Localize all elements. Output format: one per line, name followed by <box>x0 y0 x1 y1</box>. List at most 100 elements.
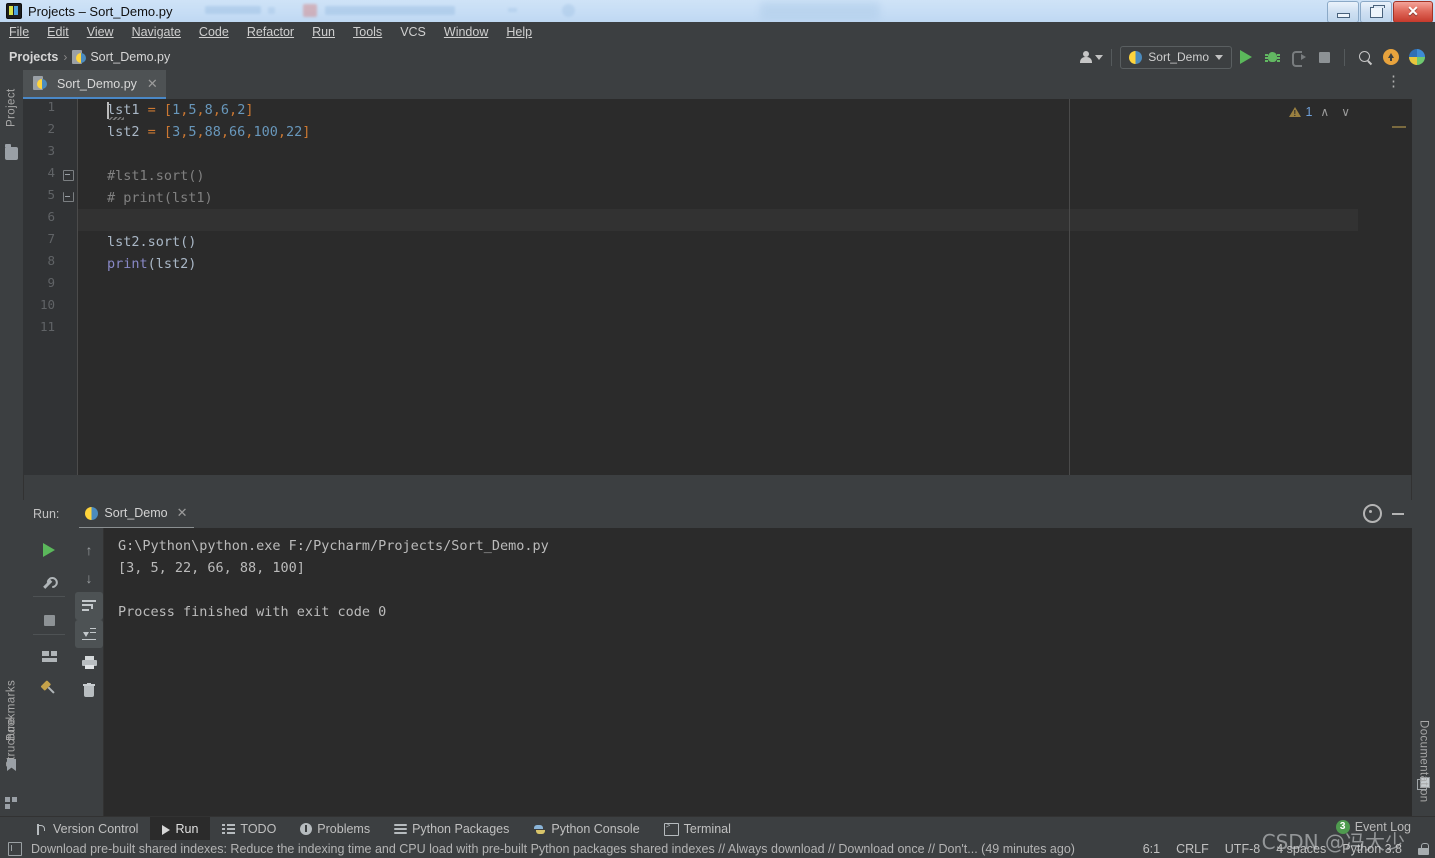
layout-settings-button[interactable] <box>23 642 75 670</box>
sidebar-item-bookmarks[interactable]: Bookmarks <box>0 669 23 751</box>
editor-options-icon[interactable]: ⋮ <box>1386 74 1402 89</box>
tab-python-packages[interactable]: Python Packages <box>382 817 521 841</box>
run-right-toolbar: ↑ ↓ <box>75 528 104 816</box>
tab-version-control[interactable]: Version Control <box>23 817 150 841</box>
search-everywhere-button[interactable] <box>1353 46 1377 68</box>
menu-help[interactable]: Help <box>497 22 541 43</box>
editor-gutter[interactable]: 1 2 3 4 5 6 7 8 9 10 11 <box>23 99 78 475</box>
coverage-icon <box>1291 50 1306 67</box>
update-project-button[interactable] <box>1379 46 1403 68</box>
lock-icon[interactable] <box>1418 843 1429 855</box>
code-token: lst1 <box>107 102 148 118</box>
menu-file[interactable]: File <box>0 22 38 43</box>
stop-icon <box>43 614 55 626</box>
sidebar-item-documentation[interactable]: Documentation <box>1412 711 1435 811</box>
code-fold-icon[interactable] <box>63 192 74 203</box>
background-ghost-tab <box>205 6 261 14</box>
scroll-down-button[interactable]: ↓ <box>75 564 103 592</box>
previous-problem-icon[interactable]: ∧ <box>1316 105 1333 119</box>
maximize-button[interactable] <box>1360 1 1392 22</box>
tab-todo[interactable]: TODO <box>210 817 288 841</box>
clear-all-button[interactable] <box>75 676 103 704</box>
wrench-icon <box>38 571 60 592</box>
run-tab-sort-demo[interactable]: Sort_Demo ✕ <box>79 500 194 529</box>
coverage-button[interactable] <box>1286 46 1310 68</box>
breadcrumb-file[interactable]: Sort_Demo.py <box>90 50 170 64</box>
sidebar-item-project[interactable]: Project <box>0 77 23 139</box>
background-ghost-favicon <box>303 4 317 17</box>
debug-button[interactable] <box>1260 46 1284 68</box>
rerun-button[interactable] <box>23 536 75 564</box>
menu-help-label: Help <box>506 25 533 39</box>
scrollbar-warning-mark <box>1392 126 1406 128</box>
menu-tools[interactable]: Tools <box>344 22 391 43</box>
run-configuration-selector[interactable]: Sort_Demo <box>1120 45 1232 69</box>
minimize-button[interactable] <box>1327 1 1359 22</box>
menu-navigate[interactable]: Navigate <box>123 22 190 43</box>
modify-run-config-button[interactable] <box>23 568 75 596</box>
python-icon <box>85 506 99 520</box>
status-message[interactable]: Download pre-built shared indexes: Reduc… <box>31 842 1075 856</box>
code-text-area[interactable]: lst1 = [1,5,8,6,2] lst2 = [3,5,88,66,100… <box>77 99 1412 475</box>
breadcrumb-separator: › <box>63 50 68 64</box>
next-problem-icon[interactable]: ∨ <box>1337 105 1354 119</box>
ai-assistant-button[interactable] <box>1405 46 1429 68</box>
trash-icon <box>83 683 95 697</box>
tab-problems[interactable]: Problems <box>288 817 382 841</box>
background-ghost-tab-title <box>325 6 455 15</box>
search-icon <box>1358 50 1373 65</box>
chevron-down-icon <box>1215 54 1223 60</box>
gear-icon[interactable] <box>1363 504 1382 523</box>
close-icon[interactable]: ✕ <box>147 76 158 92</box>
run-panel-header: Run: Sort_Demo ✕ <box>23 500 1412 529</box>
code-token: , <box>229 102 238 118</box>
menu-file-label: File <box>9 25 30 39</box>
caret-position[interactable]: 6:1 <box>1143 842 1160 856</box>
editor-tab-sort-demo[interactable]: Sort_Demo.py ✕ <box>23 70 166 99</box>
breadcrumb-projects[interactable]: Projects <box>9 50 58 64</box>
soft-wrap-button[interactable] <box>75 592 103 620</box>
tab-python-console[interactable]: Python Console <box>521 817 651 841</box>
run-button[interactable] <box>1234 46 1258 68</box>
pin-tab-button[interactable] <box>23 674 75 702</box>
code-token: = <box>147 102 156 118</box>
menu-code[interactable]: Code <box>190 22 238 43</box>
line-number: 1 <box>47 99 55 114</box>
scroll-to-end-button[interactable] <box>75 620 103 648</box>
folder-icon <box>5 144 18 160</box>
menu-view[interactable]: View <box>78 22 123 43</box>
code-line-2: lst2 = [3,5,88,66,100,22] <box>77 121 310 143</box>
inspection-squiggle <box>107 117 124 120</box>
scroll-up-button[interactable]: ↑ <box>75 536 103 564</box>
tab-run[interactable]: Run <box>150 817 211 841</box>
menu-window[interactable]: Window <box>435 22 497 43</box>
close-icon[interactable]: ✕ <box>177 505 188 521</box>
inspection-widget[interactable]: 1 ∧ ∨ <box>1289 105 1354 119</box>
stop-run-button[interactable] <box>23 606 75 634</box>
code-line-4: #lst1.sort() <box>77 165 205 187</box>
right-tool-sidebar: Documentation <box>1411 71 1435 816</box>
code-editor[interactable]: 1 2 3 4 5 6 7 8 9 10 11 lst1 = [1,5,8,6,… <box>23 99 1412 475</box>
code-fold-icon[interactable] <box>63 170 74 181</box>
line-separator[interactable]: CRLF <box>1176 842 1209 856</box>
user-account-button[interactable] <box>1079 46 1104 68</box>
print-button[interactable] <box>75 648 103 676</box>
stop-button[interactable] <box>1312 46 1336 68</box>
menu-edit[interactable]: Edit <box>38 22 78 43</box>
hide-icon[interactable] <box>1392 512 1404 515</box>
menu-vcs[interactable]: VCS <box>391 22 435 43</box>
notification-icon[interactable] <box>8 842 22 856</box>
tab-terminal[interactable]: Terminal <box>652 817 743 841</box>
code-line-5: # print(lst1) <box>77 187 213 209</box>
close-button[interactable]: ✕ <box>1393 1 1433 22</box>
hard-wrap-guide <box>1069 99 1070 475</box>
line-number: 9 <box>47 275 55 290</box>
rerun-icon <box>43 543 55 557</box>
run-header-actions <box>1363 504 1404 523</box>
menu-refactor[interactable]: Refactor <box>238 22 303 43</box>
menu-run[interactable]: Run <box>303 22 344 43</box>
line-number: 7 <box>47 231 55 246</box>
file-encoding[interactable]: UTF-8 <box>1225 842 1260 856</box>
console-output[interactable]: G:\Python\python.exe F:/Pycharm/Projects… <box>104 528 1412 816</box>
